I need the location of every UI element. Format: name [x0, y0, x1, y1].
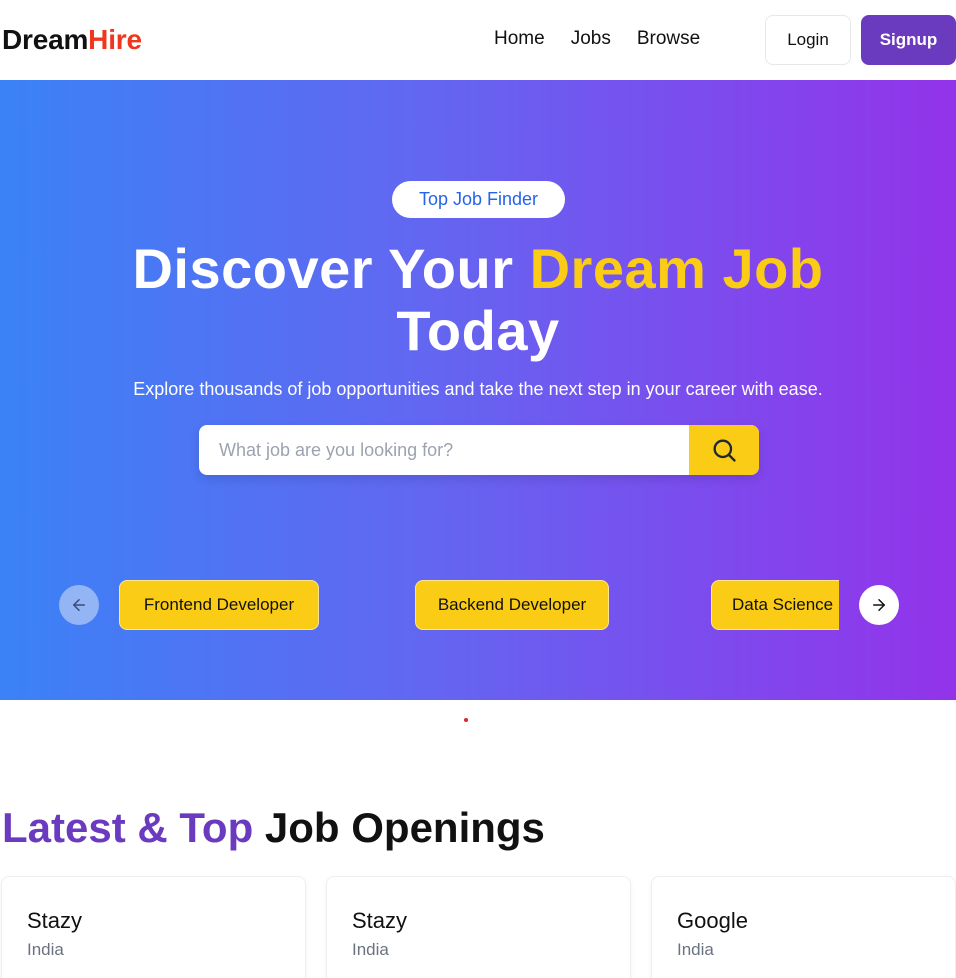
headline-text-1: Discover Your — [132, 237, 530, 300]
search-bar — [199, 425, 759, 475]
hero-section: Top Job Finder Discover Your Dream Job T… — [0, 80, 956, 700]
brand-logo-part2: Hire — [88, 24, 142, 55]
search-icon — [713, 439, 736, 462]
login-button[interactable]: Login — [765, 15, 851, 65]
category-chip-data-science[interactable]: Data Science — [711, 580, 839, 630]
hero-headline: Discover Your Dream Job Today — [0, 238, 956, 362]
section-title: Latest & Top Job Openings — [2, 804, 545, 852]
arrow-left-icon — [73, 599, 85, 611]
category-chip-backend[interactable]: Backend Developer — [415, 580, 609, 630]
carousel-next-button[interactable] — [859, 585, 899, 625]
hero-badge: Top Job Finder — [392, 181, 565, 218]
category-carousel: Frontend Developer Backend Developer Dat… — [119, 580, 839, 630]
search-input[interactable] — [199, 425, 689, 475]
brand-logo-part1: Dream — [2, 24, 89, 55]
arrow-right-icon — [873, 599, 885, 611]
job-card-company: Stazy — [27, 908, 83, 933]
job-card-location: India — [677, 940, 714, 959]
search-button[interactable] — [689, 425, 759, 475]
nav-link-browse[interactable]: Browse — [637, 28, 700, 50]
headline-text-2: Today — [396, 299, 560, 362]
job-card[interactable]: Stazy India — [326, 876, 631, 978]
category-chip-frontend[interactable]: Frontend Developer — [119, 580, 319, 630]
job-card[interactable]: Stazy India — [1, 876, 306, 978]
section-title-highlight: Latest & Top — [2, 804, 254, 851]
brand-logo[interactable]: DreamHire — [2, 24, 142, 56]
signup-button[interactable]: Signup — [861, 15, 956, 65]
carousel-prev-button[interactable] — [59, 585, 99, 625]
hero-subtitle: Explore thousands of job opportunities a… — [133, 379, 823, 399]
job-card[interactable]: Google India — [651, 876, 956, 978]
navbar: DreamHire Home Jobs Browse Login Signup — [0, 0, 956, 80]
job-card-location: India — [27, 940, 64, 959]
section-title-rest: Job Openings — [253, 804, 545, 851]
headline-highlight: Dream Job — [529, 237, 824, 300]
job-card-company: Stazy — [352, 908, 408, 933]
job-card-company: Google — [677, 908, 748, 933]
carousel-indicator-dot — [464, 718, 468, 722]
nav-links: Home Jobs Browse — [494, 28, 700, 50]
job-card-location: India — [352, 940, 389, 959]
nav-link-home[interactable]: Home — [494, 28, 545, 50]
nav-link-jobs[interactable]: Jobs — [571, 28, 611, 50]
